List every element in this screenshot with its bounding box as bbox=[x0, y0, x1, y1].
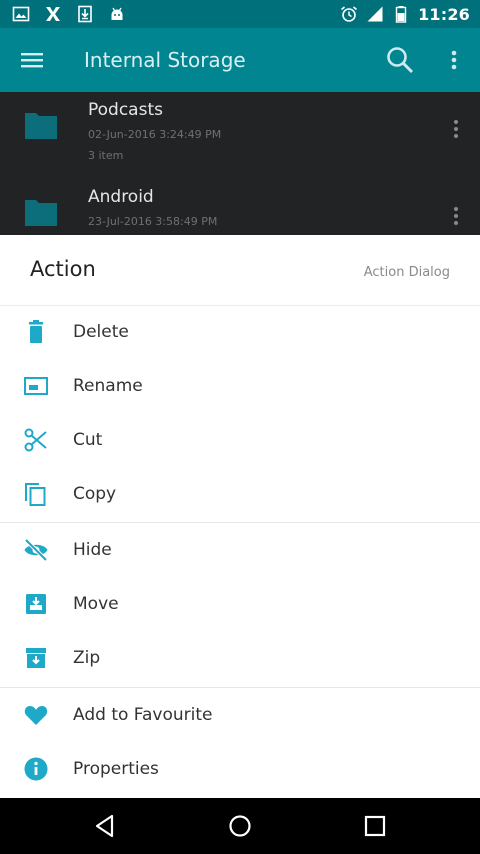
action-label: Hide bbox=[73, 540, 112, 560]
action-zip[interactable]: Zip bbox=[0, 631, 480, 685]
copy-icon bbox=[25, 483, 46, 506]
more-vert-icon[interactable] bbox=[446, 118, 466, 140]
action-label: Properties bbox=[73, 759, 159, 779]
file-count: 3 item bbox=[88, 149, 124, 162]
status-bar: 11:26 bbox=[0, 0, 480, 28]
move-icon bbox=[26, 594, 46, 614]
file-date: 23-Jul-2016 3:58:49 PM bbox=[88, 215, 218, 228]
x-app-icon bbox=[46, 7, 60, 21]
trash-icon bbox=[29, 320, 43, 343]
action-hide[interactable]: Hide bbox=[0, 523, 480, 577]
action-label: Add to Favourite bbox=[73, 705, 213, 725]
action-move[interactable]: Move bbox=[0, 577, 480, 631]
dialog-subtitle: Action Dialog bbox=[363, 265, 450, 280]
action-properties[interactable]: Properties bbox=[0, 742, 480, 796]
file-name: Android bbox=[88, 187, 154, 207]
back-icon[interactable] bbox=[91, 812, 119, 840]
file-item-android[interactable]: Android 23-Jul-2016 3:58:49 PM bbox=[0, 179, 480, 235]
home-icon[interactable] bbox=[226, 812, 254, 840]
action-label: Move bbox=[73, 594, 119, 614]
action-label: Cut bbox=[73, 430, 103, 450]
dialog-header: Action Action Dialog bbox=[0, 235, 480, 306]
dialog-title: Action bbox=[30, 257, 96, 281]
page-title: Internal Storage bbox=[84, 48, 246, 72]
action-delete[interactable]: Delete bbox=[0, 305, 480, 359]
action-cut[interactable]: Cut bbox=[0, 413, 480, 467]
signal-icon bbox=[367, 6, 383, 22]
navigation-bar bbox=[0, 798, 480, 854]
file-list: Podcasts 02-Jun-2016 3:24:49 PM 3 item A… bbox=[0, 92, 480, 235]
battery-icon bbox=[395, 6, 407, 23]
file-item-podcasts[interactable]: Podcasts 02-Jun-2016 3:24:49 PM 3 item bbox=[0, 92, 480, 180]
app-bar: Internal Storage bbox=[0, 28, 480, 92]
search-icon[interactable] bbox=[384, 44, 416, 76]
heart-icon bbox=[24, 706, 48, 725]
image-icon bbox=[12, 6, 30, 22]
file-date: 02-Jun-2016 3:24:49 PM bbox=[88, 128, 222, 141]
folder-icon bbox=[25, 113, 57, 139]
rename-icon bbox=[24, 377, 48, 395]
download-icon bbox=[78, 5, 92, 23]
action-add-to-favourite[interactable]: Add to Favourite bbox=[0, 688, 480, 742]
folder-icon bbox=[25, 200, 57, 226]
more-vert-icon[interactable] bbox=[446, 205, 466, 227]
action-copy[interactable]: Copy bbox=[0, 467, 480, 521]
status-right-icons: 11:26 bbox=[340, 0, 470, 28]
eye-off-icon bbox=[24, 538, 48, 562]
info-icon bbox=[24, 757, 48, 781]
action-label: Delete bbox=[73, 322, 129, 342]
action-label: Copy bbox=[73, 484, 117, 504]
alarm-icon bbox=[341, 6, 358, 22]
status-time: 11:26 bbox=[418, 4, 470, 24]
archive-icon bbox=[26, 648, 46, 668]
action-label: Zip bbox=[73, 648, 101, 668]
action-label: Rename bbox=[73, 376, 143, 396]
file-name: Podcasts bbox=[88, 100, 163, 120]
action-rename[interactable]: Rename bbox=[0, 359, 480, 413]
scissors-icon bbox=[24, 428, 47, 452]
more-vert-icon[interactable] bbox=[440, 46, 468, 74]
status-left-icons bbox=[12, 0, 126, 28]
recents-icon[interactable] bbox=[361, 812, 389, 840]
action-dialog: Action Action Dialog Delete Rename Cut C… bbox=[0, 235, 480, 798]
android-icon bbox=[111, 7, 123, 20]
menu-icon[interactable] bbox=[18, 46, 46, 74]
